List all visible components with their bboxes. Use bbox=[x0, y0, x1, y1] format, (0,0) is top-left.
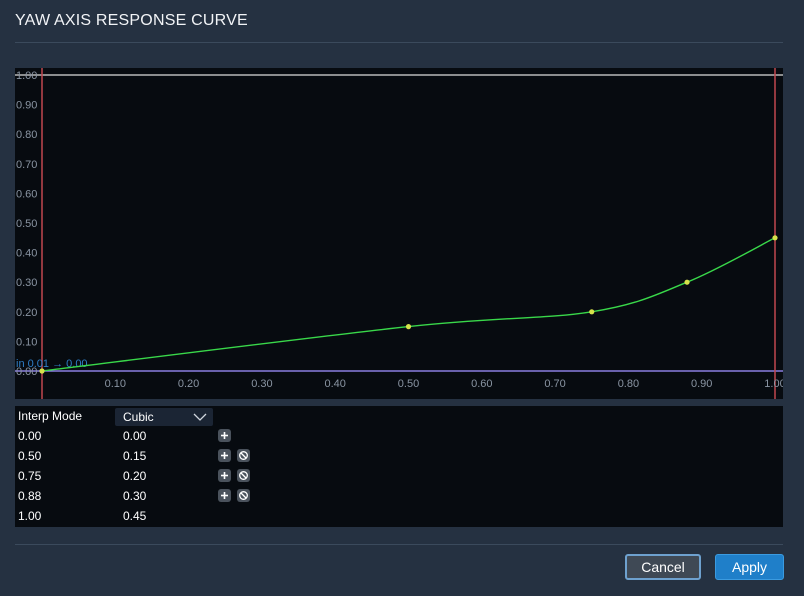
keyframe-x-value[interactable]: 0.00 bbox=[18, 429, 41, 443]
response-curve-dialog: YAW AXIS RESPONSE CURVE 1.00 0.90 0.80 0.70… bbox=[0, 0, 804, 596]
x-tick-label: 0.30 bbox=[251, 378, 272, 390]
remove-keyframe-button[interactable] bbox=[237, 489, 250, 502]
apply-button[interactable]: Apply bbox=[715, 554, 784, 580]
plus-icon bbox=[221, 432, 228, 439]
dialog-title: YAW AXIS RESPONSE CURVE bbox=[15, 12, 248, 29]
add-keyframe-button[interactable] bbox=[218, 449, 231, 462]
y-tick-label: 0.10 bbox=[16, 336, 37, 348]
x-tick-label: 0.80 bbox=[618, 378, 639, 390]
ban-icon bbox=[239, 491, 248, 500]
keyframe-y-value[interactable]: 0.00 bbox=[123, 429, 146, 443]
plus-icon bbox=[221, 492, 228, 499]
keyframe-row: 0.00 0.00 bbox=[15, 426, 783, 446]
y-tick-label: 0.20 bbox=[16, 307, 37, 319]
keyframe-point[interactable] bbox=[684, 279, 690, 285]
y-tick-label: 0.50 bbox=[16, 218, 37, 230]
keyframe-y-value[interactable]: 0.15 bbox=[123, 449, 146, 463]
interp-mode-row: Interp Mode Cubic bbox=[15, 406, 783, 426]
keyframe-point[interactable] bbox=[39, 368, 45, 374]
x-tick-label: 0.10 bbox=[105, 378, 126, 390]
interp-mode-label: Interp Mode bbox=[18, 409, 83, 423]
cancel-button[interactable]: Cancel bbox=[625, 554, 701, 580]
keyframe-row: 0.75 0.20 bbox=[15, 466, 783, 486]
x-tick-label: 0.50 bbox=[398, 378, 419, 390]
keyframe-x-value[interactable]: 1.00 bbox=[18, 509, 41, 523]
remove-keyframe-button[interactable] bbox=[237, 449, 250, 462]
keyframe-y-value[interactable]: 0.45 bbox=[123, 509, 146, 523]
add-keyframe-button[interactable] bbox=[218, 429, 231, 442]
x-tick-label: 0.60 bbox=[471, 378, 492, 390]
chevron-down-icon bbox=[193, 413, 207, 421]
add-keyframe-button[interactable] bbox=[218, 469, 231, 482]
curve-plot-svg[interactable]: 1.00 0.90 0.80 0.70 0.60 0.50 0.40 0.30 0.20 0.10… bbox=[15, 68, 783, 399]
plus-icon bbox=[221, 452, 228, 459]
x-tick-label: 0.20 bbox=[178, 378, 199, 390]
curve-plot[interactable]: 1.00 0.90 0.80 0.70 0.60 0.50 0.40 0.30 0.20 0.10… bbox=[15, 68, 783, 399]
x-tick-label: 0.70 bbox=[544, 378, 565, 390]
keyframe-row: 1.00 0.45 bbox=[15, 506, 783, 526]
keyframe-y-value[interactable]: 0.20 bbox=[123, 469, 146, 483]
response-curve bbox=[41, 237, 776, 372]
y-tick-label: 0.80 bbox=[16, 129, 37, 141]
y-tick-label: 0.30 bbox=[16, 277, 37, 289]
x-tick-label: 1.00 bbox=[764, 378, 783, 390]
y-tick-label: 0.90 bbox=[16, 100, 37, 112]
keyframe-row: 0.88 0.30 bbox=[15, 486, 783, 506]
footer-divider bbox=[15, 544, 783, 545]
ban-icon bbox=[239, 471, 248, 480]
ban-icon bbox=[239, 451, 248, 460]
add-keyframe-button[interactable] bbox=[218, 489, 231, 502]
keyframe-x-value[interactable]: 0.75 bbox=[18, 469, 41, 483]
plus-icon bbox=[221, 472, 228, 479]
title-divider bbox=[15, 42, 783, 43]
keyframe-table: Interp Mode Cubic 0.00 0.00 0.50 0.15 0.75 0.… bbox=[15, 406, 783, 527]
keyframe-x-value[interactable]: 0.50 bbox=[18, 449, 41, 463]
y-tick-label: 0.60 bbox=[16, 188, 37, 200]
remove-keyframe-button[interactable] bbox=[237, 469, 250, 482]
keyframe-x-value[interactable]: 0.88 bbox=[18, 489, 41, 503]
keyframe-row: 0.50 0.15 bbox=[15, 446, 783, 466]
hover-hint: in 0.01 → 0.00 bbox=[16, 358, 88, 370]
keyframe-point[interactable] bbox=[772, 235, 778, 241]
y-tick-label: 1.00 bbox=[16, 70, 37, 82]
interp-mode-select[interactable]: Cubic bbox=[115, 408, 213, 426]
x-tick-label: 0.90 bbox=[691, 378, 712, 390]
keyframe-point[interactable] bbox=[405, 324, 412, 330]
interp-mode-value: Cubic bbox=[123, 410, 154, 424]
y-tick-label: 0.40 bbox=[16, 248, 37, 260]
keyframe-point[interactable] bbox=[589, 309, 595, 315]
x-tick-label: 0.40 bbox=[324, 378, 345, 390]
keyframe-y-value[interactable]: 0.30 bbox=[123, 489, 146, 503]
y-tick-label: 0.70 bbox=[16, 159, 37, 171]
